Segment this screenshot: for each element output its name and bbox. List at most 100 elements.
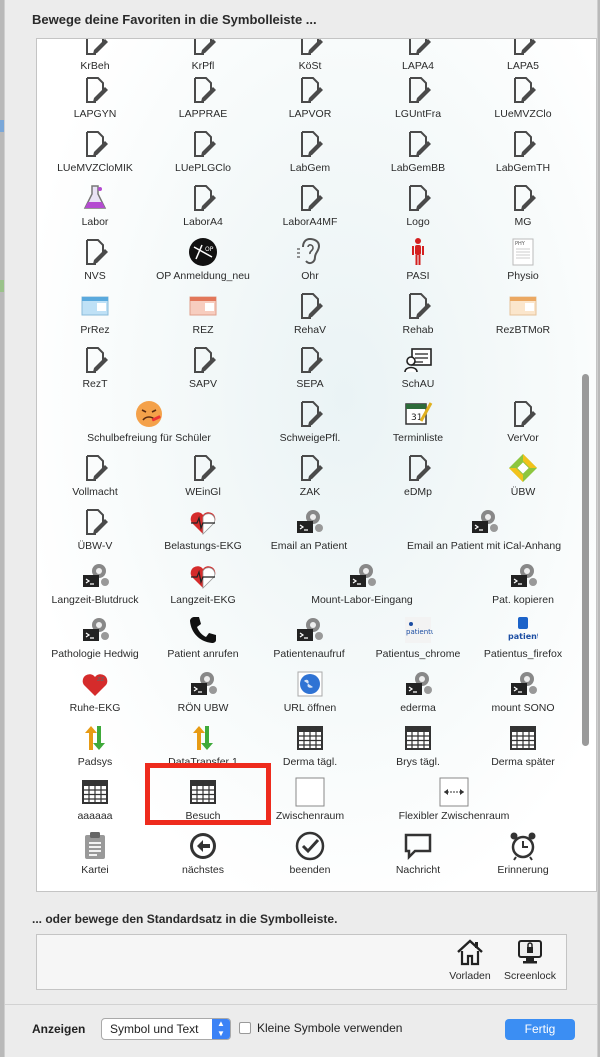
favorite-item-label: PrRez	[80, 324, 110, 336]
favorite-item[interactable]: Pat. kopieren	[448, 561, 596, 606]
doc-edit-icon	[295, 39, 325, 57]
body-figure-icon	[403, 237, 433, 267]
favorite-item-label: Belastungs-EKG	[164, 540, 242, 552]
phone-icon	[188, 615, 218, 645]
doc-edit-icon	[188, 345, 218, 375]
favorite-item-label: Patient anrufen	[167, 648, 239, 660]
script-gear-icon	[188, 669, 218, 699]
doc-edit-icon	[188, 453, 218, 483]
favorite-item-label: Ohr	[301, 270, 319, 282]
favorite-item-label: Terminliste	[392, 432, 444, 444]
favorite-item-label: LabGemBB	[390, 162, 446, 174]
favorite-item[interactable]: LabGemTH	[448, 129, 596, 174]
patientus-icon: patientus	[403, 615, 433, 645]
favorite-item-label: Rehab	[402, 324, 434, 336]
favorite-item-label: NVS	[84, 270, 106, 282]
favorite-item-label: PASI	[406, 270, 430, 282]
favorite-item[interactable]: Flexibler Zwischenraum	[379, 777, 529, 822]
favorite-item[interactable]: LUeMVZClo	[448, 75, 596, 120]
favorite-item-label: Patientus_firefox	[483, 648, 563, 660]
doc-edit-icon	[508, 129, 538, 159]
favorite-item[interactable]: RezBTMoR	[448, 291, 596, 336]
doc-edit-icon	[80, 39, 110, 57]
doc-edit-icon	[295, 75, 325, 105]
screen-lock-icon	[515, 937, 545, 967]
svg-text:patientus: patientus	[508, 632, 538, 641]
favorite-item-label: Brys tägl.	[396, 756, 440, 768]
space-icon	[295, 777, 325, 807]
favorite-item-label: KrPfl	[191, 60, 215, 72]
favorite-item-label: RezBTMoR	[495, 324, 551, 336]
script-gear-icon	[347, 561, 377, 591]
display-mode-select[interactable]: Symbol und Text ▲ ▼	[101, 1018, 231, 1040]
svg-text:OP: OP	[205, 246, 214, 253]
customize-toolbar-sheet: Bewege deine Favoriten in die Symbolleis…	[4, 0, 598, 1057]
favorite-item-label: Zwischenraum	[275, 810, 345, 822]
favorite-item-label: ÜBW	[510, 486, 536, 498]
favorite-item-label: Physio	[507, 270, 539, 282]
favorite-item-label: LabGemTH	[495, 162, 551, 174]
doc-edit-icon	[403, 75, 433, 105]
favorite-item[interactable]: PHY Physio	[448, 237, 596, 282]
heart-sleep-icon: zz	[80, 669, 110, 699]
favorite-item-label: KrBeh	[80, 60, 110, 72]
favorite-item[interactable]: Langzeit-EKG	[128, 561, 278, 606]
favorite-item[interactable]: Derma später	[448, 723, 596, 768]
sick-face-icon	[134, 399, 164, 429]
doc-edit-icon	[403, 39, 433, 57]
script-gear-icon	[403, 669, 433, 699]
favorite-item-label: LAPVOR	[288, 108, 332, 120]
speech-bubble-icon	[403, 831, 433, 861]
favorite-item[interactable]: SchAU	[343, 345, 493, 390]
doc-edit-icon	[403, 183, 433, 213]
favorite-item[interactable]: Schulbefreiung für Schüler	[74, 399, 224, 444]
favorite-item[interactable]: mount SONO	[448, 669, 596, 714]
scrollbar[interactable]	[582, 374, 589, 746]
favorite-item[interactable]: LAPA5	[448, 39, 596, 72]
favorite-item-label: Vollmacht	[72, 486, 118, 498]
favorite-item-label: Patientenaufruf	[273, 648, 345, 660]
standard-item-screenlock[interactable]: Screenlock	[495, 937, 565, 982]
done-button[interactable]: Fertig	[505, 1019, 575, 1040]
favorite-item-label: LUeMVZCloMIK	[57, 162, 133, 174]
script-gear-icon	[508, 669, 538, 699]
favorite-item-label: LUeMVZClo	[494, 108, 552, 120]
favorite-item-label: Pathologie Hedwig	[51, 648, 139, 660]
favorite-item-label: ederma	[400, 702, 436, 714]
favorite-item-label: SAPV	[188, 378, 217, 390]
favorite-item-label: URL öffnen	[283, 702, 337, 714]
chevron-updown-icon: ▲ ▼	[212, 1019, 230, 1039]
favorite-item[interactable]: Mount-Labor-Eingang	[287, 561, 437, 606]
favorite-item[interactable]: Erinnerung	[448, 831, 596, 876]
favorite-item-label: aaaaaa	[77, 810, 113, 822]
favorite-item[interactable]: ÜBW	[448, 453, 596, 498]
sick-note-icon	[403, 345, 433, 375]
favorite-item-label: SchAU	[401, 378, 435, 390]
doc-edit-icon	[295, 453, 325, 483]
favorite-item-label: SEPA	[296, 378, 324, 390]
favorite-item[interactable]: Email an Patient mit iCal-Anhang	[407, 507, 561, 552]
prescription-blue-icon	[80, 291, 110, 321]
favorite-item-label: LUePLGClo	[174, 162, 232, 174]
favorite-item-label: LAPPRAE	[178, 108, 228, 120]
favorite-item[interactable]: MG	[448, 183, 596, 228]
clipboard-icon	[80, 831, 110, 861]
svg-text:31: 31	[411, 413, 422, 423]
doc-edit-icon	[188, 39, 218, 57]
standard-set-box[interactable]: Vorladen Screenlock	[36, 934, 567, 990]
doc-edit-icon	[403, 291, 433, 321]
script-gear-icon	[80, 561, 110, 591]
table-icon	[508, 723, 538, 753]
favorite-item-label: Mount-Labor-Eingang	[311, 594, 413, 606]
favorite-item-label: eDMp	[403, 486, 432, 498]
small-symbols-checkbox[interactable]	[239, 1022, 251, 1034]
favorite-item[interactable]: Email an Patient	[234, 507, 384, 552]
heart-ecg-icon	[188, 507, 218, 537]
favorite-item-label: mount SONO	[491, 702, 555, 714]
doc-edit-icon	[403, 129, 433, 159]
favorite-item-label: KöSt	[298, 60, 322, 72]
favorite-item-label: LaborA4MF	[282, 216, 338, 228]
favorite-item[interactable]: patientus Patientus_firefox	[448, 615, 596, 660]
favorite-item[interactable]: VerVor	[448, 399, 596, 444]
arrow-left-circle-icon	[188, 831, 218, 861]
